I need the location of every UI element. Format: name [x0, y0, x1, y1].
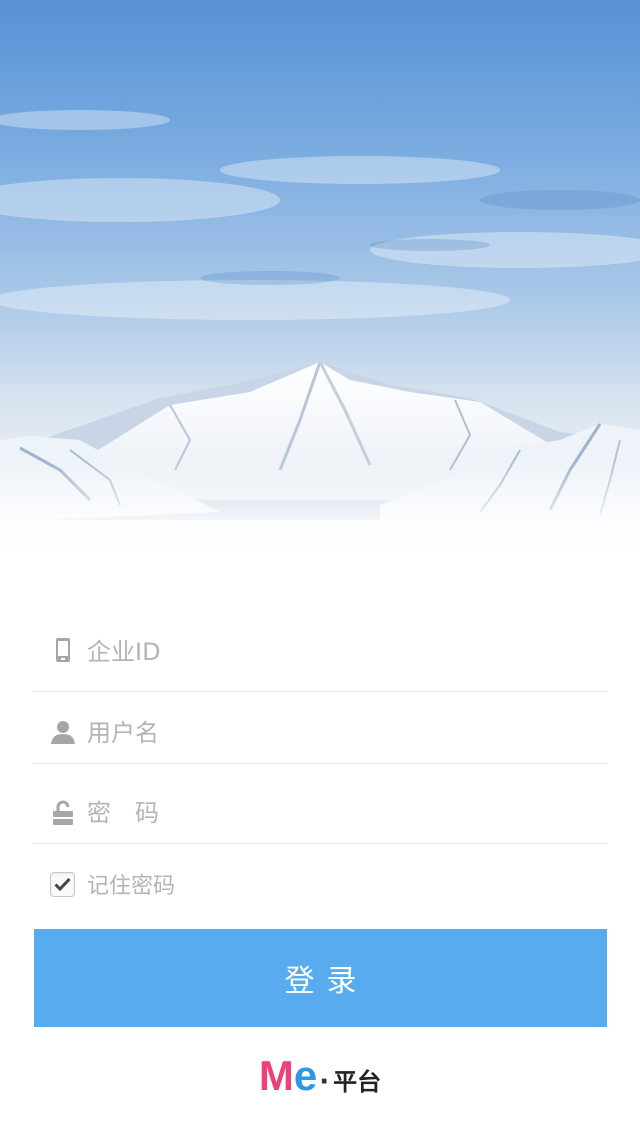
company-id-field-row: [33, 612, 607, 692]
login-button[interactable]: 登录: [34, 929, 607, 1027]
company-id-input[interactable]: [87, 637, 597, 667]
brand-logo-text: 平台: [333, 1068, 382, 1096]
login-screen: 记住密码 登录 M e · 平台: [0, 0, 640, 1130]
phone-icon: [50, 637, 76, 663]
brand-logo: M e · 平台: [0, 1052, 640, 1102]
brand-logo-m: M: [258, 1052, 294, 1099]
brand-logo-dot: ·: [319, 1067, 330, 1097]
user-icon: [50, 719, 76, 745]
unlock-icon: [50, 800, 76, 826]
checkmark-icon: [54, 877, 71, 891]
password-field-row: [33, 764, 607, 844]
brand-logo-e: e: [293, 1052, 318, 1099]
username-input[interactable]: [87, 718, 597, 748]
remember-password-option[interactable]: 记住密码: [50, 869, 175, 899]
username-field-row: [33, 684, 607, 764]
password-input[interactable]: [87, 798, 597, 828]
hero-banner-image: [0, 0, 640, 590]
remember-password-label: 记住密码: [87, 874, 176, 899]
remember-password-checkbox[interactable]: [50, 871, 75, 897]
